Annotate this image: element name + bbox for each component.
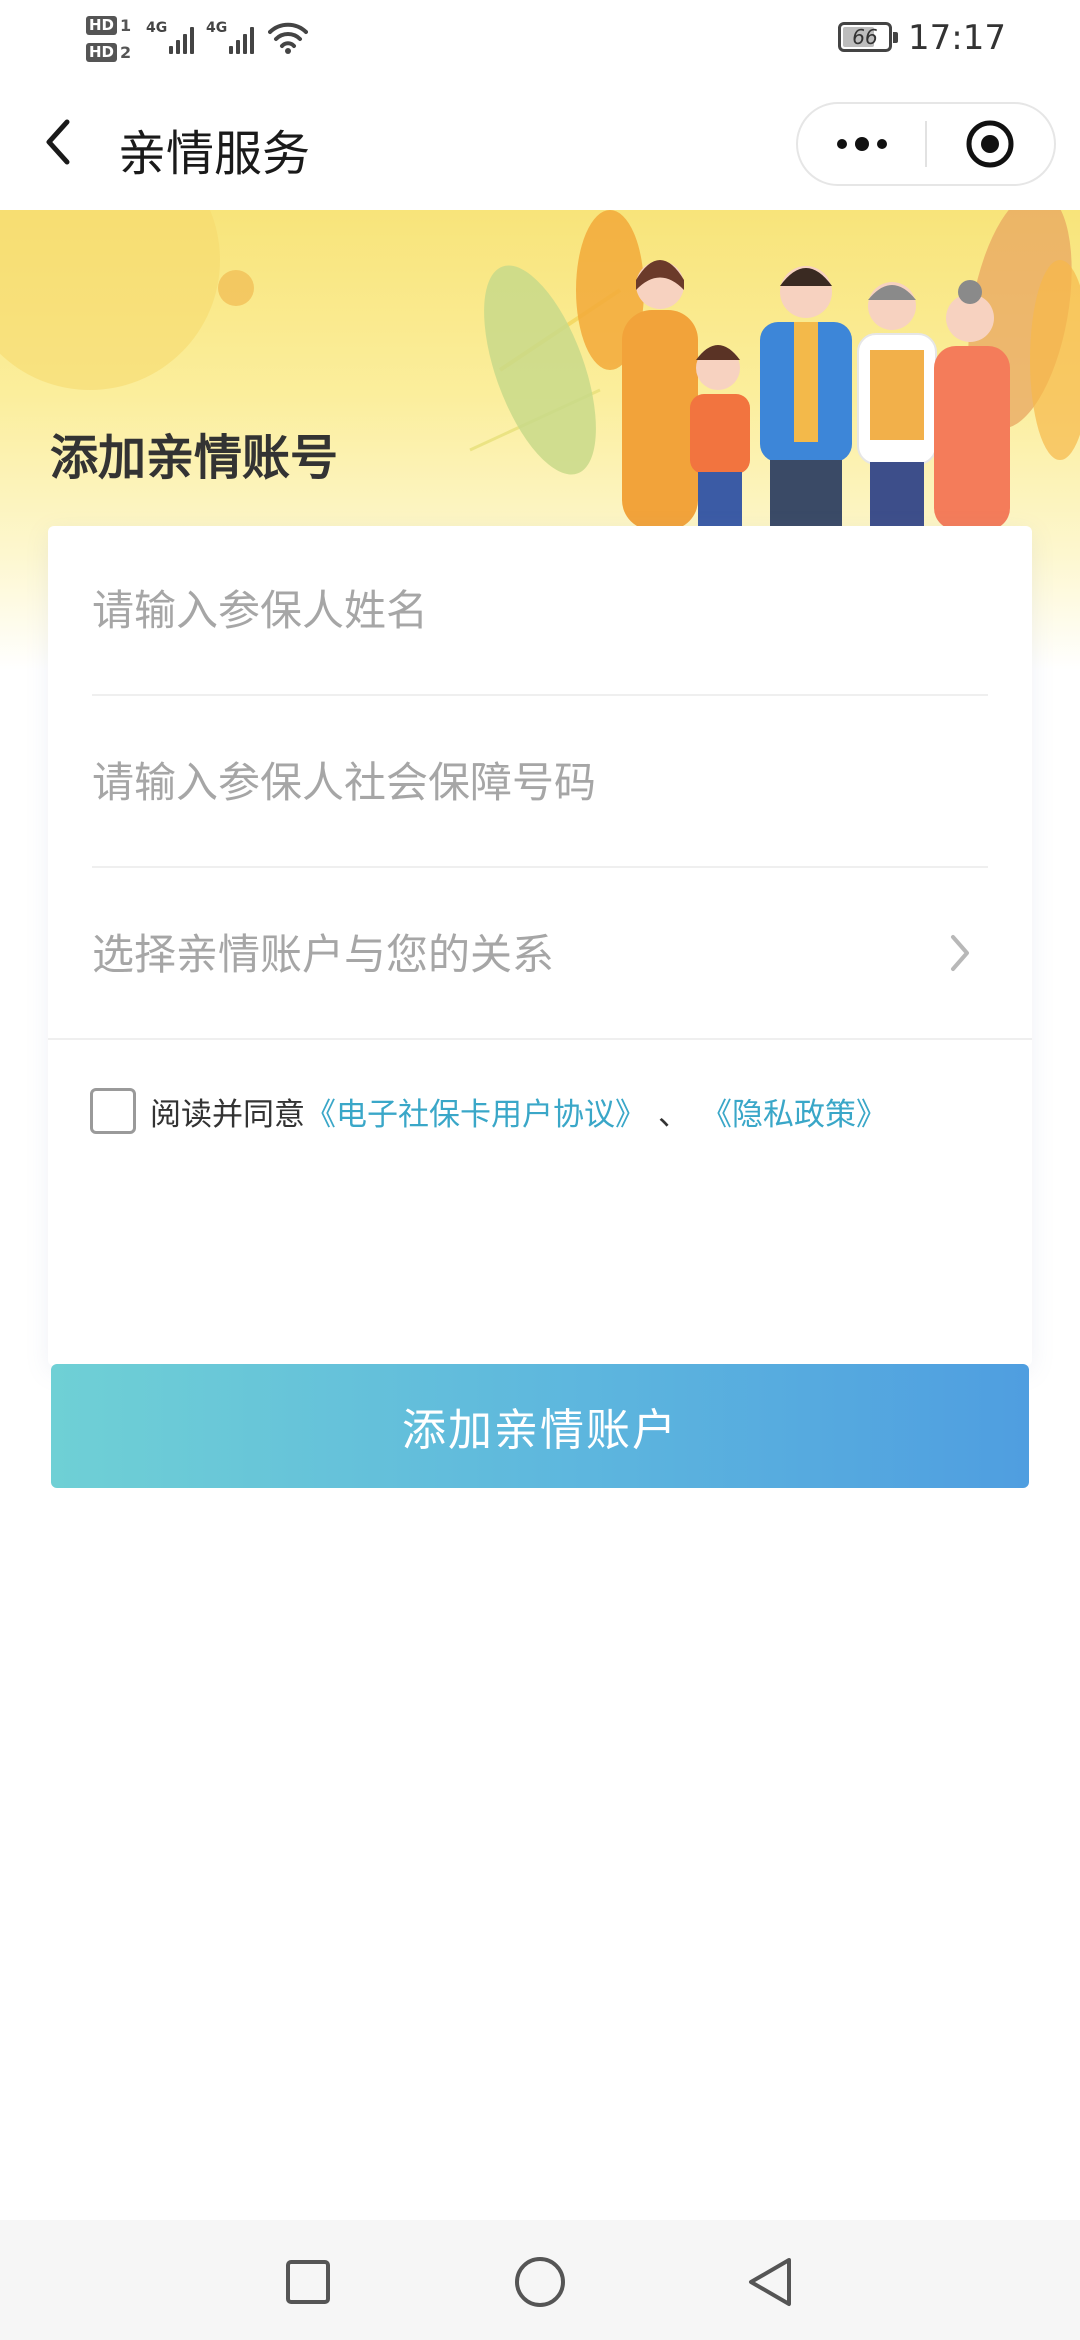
- nav-bar: 亲情服务: [0, 80, 1080, 210]
- hd-badge: HD: [86, 43, 118, 62]
- privacy-policy-link[interactable]: 《隐私政策》: [701, 1089, 887, 1134]
- ssn-field: [92, 698, 988, 868]
- signal-bars-icon: [169, 18, 195, 54]
- battery-icon: 66: [838, 22, 898, 52]
- form-card: 选择亲情账户与您的关系 阅读并同意 《电子社保卡用户协议》 、 《隐私政策》 添…: [48, 526, 1032, 1488]
- square-icon: [286, 2260, 330, 2304]
- status-time: 17:17: [908, 18, 1006, 58]
- agree-separator: 、: [658, 1096, 689, 1133]
- signal-sim1: 4G: [146, 18, 195, 54]
- close-miniprogram-button[interactable]: [927, 104, 1054, 184]
- page-title: 亲情服务: [118, 126, 311, 182]
- status-bar: HD 1 HD 2 4G 4G 66 17:17: [0, 0, 1080, 80]
- signal-sim2: 4G: [206, 18, 255, 54]
- chevron-right-icon: [951, 935, 969, 971]
- circle-icon: [515, 2257, 565, 2307]
- name-field: [92, 526, 988, 696]
- page: HD 1 HD 2 4G 4G 66 17:17 亲情服务 添加亲情账号 请输入…: [0, 0, 1080, 2340]
- sim-slot-1: 1: [120, 16, 132, 35]
- more-button[interactable]: [798, 104, 925, 184]
- sim-indicators: HD 1 HD 2: [86, 12, 138, 70]
- sim-slot-2: 2: [120, 43, 132, 62]
- agreement-row: 阅读并同意 《电子社保卡用户协议》 、 《隐私政策》: [90, 1086, 887, 1136]
- relation-placeholder: 选择亲情账户与您的关系: [92, 930, 555, 979]
- recent-apps-button[interactable]: [276, 2250, 340, 2314]
- agree-prefix: 阅读并同意: [150, 1096, 305, 1133]
- battery-level: 66: [852, 25, 878, 49]
- divider: [48, 1038, 1032, 1040]
- user-agreement-link[interactable]: 《电子社保卡用户协议》: [305, 1089, 646, 1134]
- name-input[interactable]: [92, 526, 988, 694]
- relation-select[interactable]: 选择亲情账户与您的关系: [48, 870, 1032, 1040]
- more-dots-icon: [836, 137, 887, 151]
- ssn-input[interactable]: [92, 698, 988, 866]
- chevron-left-icon: [46, 119, 70, 165]
- miniprogram-capsule: [796, 102, 1056, 186]
- banner-title: 添加亲情账号: [50, 430, 339, 486]
- signal-bars-icon: [229, 18, 255, 54]
- agree-checkbox[interactable]: [90, 1088, 136, 1134]
- add-family-account-button[interactable]: 添加亲情账户: [51, 1364, 1029, 1488]
- triangle-back-icon: [749, 2258, 791, 2306]
- network-type: 4G: [206, 20, 228, 36]
- back-button[interactable]: [28, 110, 88, 174]
- network-type: 4G: [146, 20, 168, 36]
- home-button[interactable]: [508, 2250, 572, 2314]
- wifi-icon: [268, 20, 308, 58]
- system-back-button[interactable]: [738, 2250, 802, 2314]
- family-illustration-icon: [484, 210, 1080, 530]
- target-close-icon: [966, 120, 1014, 168]
- hd-badge: HD: [86, 16, 118, 35]
- system-nav-bar: [0, 2220, 1080, 2340]
